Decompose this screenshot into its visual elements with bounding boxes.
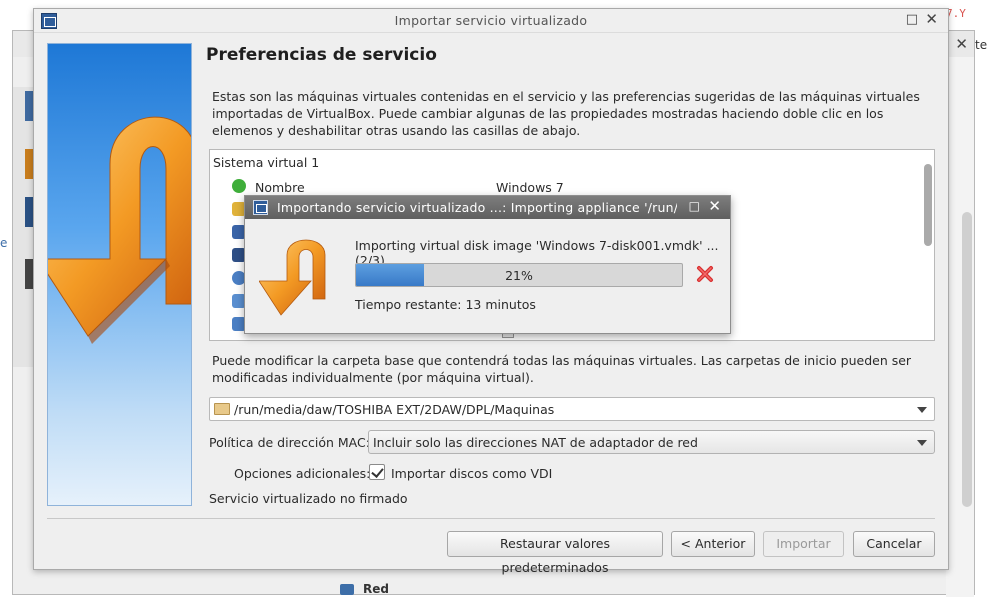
mac-policy-select[interactable]: Incluir solo las direcciones NAT de adap… bbox=[368, 430, 935, 454]
cancel-operation-icon[interactable] bbox=[696, 265, 714, 283]
name-icon bbox=[232, 179, 246, 193]
tree-row-value[interactable]: Windows 7 bbox=[496, 180, 564, 195]
mac-policy-value: Incluir solo las direcciones NAT de adap… bbox=[373, 435, 698, 450]
restore-defaults-button[interactable]: Restaurar valores predeterminados bbox=[447, 531, 663, 575]
network-icon bbox=[340, 584, 354, 595]
background-right-panel bbox=[946, 57, 974, 597]
time-remaining: Tiempo restante: 13 minutos bbox=[355, 297, 536, 312]
wizard-banner-image bbox=[47, 43, 192, 506]
page-title: Preferencias de servicio bbox=[206, 45, 437, 65]
virtual-system-header[interactable]: Sistema virtual 1 bbox=[213, 155, 319, 170]
close-icon[interactable]: ✕ bbox=[708, 197, 721, 215]
base-folder-select[interactable]: /run/media/daw/TOSHIBA EXT/2DAW/DPL/Maqu… bbox=[209, 397, 935, 421]
progress-title: Importando servicio virtualizado ...: Im… bbox=[277, 200, 677, 215]
progress-bar: 21% bbox=[355, 263, 683, 287]
mac-policy-label: Política de dirección MAC: bbox=[209, 435, 370, 450]
tree-row-name[interactable]: Nombre Windows 7 bbox=[232, 178, 912, 196]
progress-percent: 21% bbox=[505, 268, 533, 283]
tree-row-label: Nombre bbox=[255, 180, 305, 195]
intro-text: Estas son las máquinas virtuales conteni… bbox=[212, 89, 920, 138]
tree-scrollbar[interactable] bbox=[924, 164, 932, 246]
additional-options-label: Opciones adicionales: bbox=[234, 466, 371, 481]
background-close-icon[interactable]: ✕ bbox=[955, 35, 968, 53]
base-folder-description: Puede modificar la carpeta base que cont… bbox=[212, 353, 912, 385]
progress-titlebar[interactable]: Importando servicio virtualizado ...: Im… bbox=[245, 196, 730, 219]
separator bbox=[47, 518, 935, 519]
background-scrollbar[interactable] bbox=[962, 212, 972, 507]
dialog-title: Importar servicio virtualizado bbox=[394, 13, 588, 28]
folder-icon bbox=[214, 403, 230, 415]
chevron-down-icon[interactable] bbox=[917, 407, 927, 413]
background-blue-edge-text: e bbox=[0, 236, 8, 250]
import-progress-dialog: Importando servicio virtualizado ...: Im… bbox=[244, 195, 731, 334]
import-vdi-checkbox[interactable] bbox=[369, 464, 385, 480]
background-edge-text: te bbox=[975, 38, 987, 52]
chevron-down-icon[interactable] bbox=[917, 440, 927, 446]
virtualbox-icon bbox=[253, 200, 268, 215]
back-button[interactable]: < Anterior bbox=[671, 531, 755, 557]
signature-status: Servicio virtualizado no firmado bbox=[209, 491, 408, 506]
close-icon[interactable]: ✕ bbox=[925, 10, 938, 28]
base-folder-value: /run/media/daw/TOSHIBA EXT/2DAW/DPL/Maqu… bbox=[234, 402, 555, 417]
cancel-button[interactable]: Cancelar bbox=[853, 531, 935, 557]
import-vdi-label[interactable]: Importar discos como VDI bbox=[391, 466, 552, 481]
import-arrow-icon bbox=[259, 239, 326, 316]
maximize-icon[interactable]: □ bbox=[689, 199, 700, 213]
background-network-label: Red bbox=[363, 582, 389, 596]
import-arrow-illustration bbox=[48, 116, 191, 344]
import-button[interactable]: Importar bbox=[763, 531, 844, 557]
background-sidebar bbox=[13, 87, 33, 367]
dialog-titlebar[interactable]: Importar servicio virtualizado □ ✕ bbox=[34, 9, 948, 33]
maximize-icon[interactable]: □ bbox=[906, 12, 918, 27]
